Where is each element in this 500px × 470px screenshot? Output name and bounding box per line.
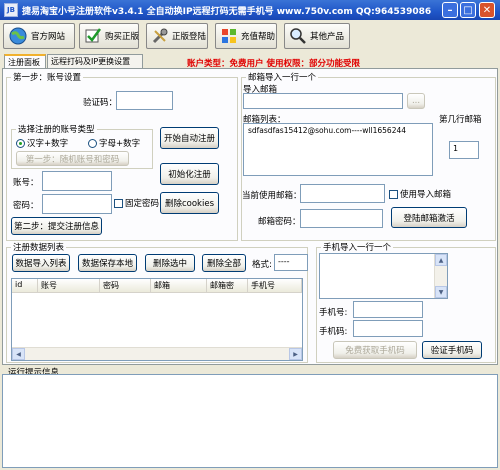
tools-icon	[152, 28, 168, 44]
toolbar: 官方网站 购买正版 正版登陆 充值帮助 其他产品	[0, 20, 500, 50]
other-products-button[interactable]: 其他产品	[284, 23, 350, 49]
row-email-field[interactable]: 1	[449, 141, 479, 159]
globe-icon	[9, 27, 27, 45]
import-email-field[interactable]	[243, 93, 403, 109]
recharge-help-label: 充值帮助	[241, 32, 276, 42]
scroll-left-icon[interactable]: ◀	[12, 348, 25, 360]
window-title: 捷易淘宝小号注册软件v3.4.1 全自动换IP远程打码无需手机号 www.750…	[22, 6, 432, 17]
step1-legend: 第一步：账号设置	[13, 73, 82, 83]
column-account[interactable]: 账号	[38, 279, 100, 292]
verify-phone-code-button[interactable]: 验证手机码	[422, 341, 482, 359]
phone-list-scrollbar[interactable]: ▲ ▼	[434, 254, 447, 298]
table-horizontal-scrollbar[interactable]: ◀ ▶	[12, 347, 302, 360]
use-import-email-checkbox[interactable]: 使用导入邮箱	[389, 188, 451, 200]
use-import-email-label: 使用导入邮箱	[400, 190, 452, 200]
delete-cookies-button[interactable]: 删除cookies	[160, 192, 219, 214]
checkbox-icon	[85, 28, 102, 43]
phone-legend: 手机导入一行一个	[323, 243, 392, 253]
app-icon: JB	[4, 3, 18, 17]
init-register-button[interactable]: 初始化注册	[160, 163, 219, 185]
fixed-password-box	[114, 198, 123, 208]
tab-register-panel[interactable]: 注册面板	[4, 54, 46, 69]
row-email-label: 第几行邮箱	[439, 115, 482, 125]
radio-chinese-digit-label: 汉字+数字	[27, 139, 69, 149]
minimize-button[interactable]: –	[442, 2, 458, 18]
login-activate-email-button[interactable]: 登陆邮箱激活	[391, 207, 467, 228]
recharge-help-button[interactable]: 充值帮助	[215, 23, 277, 49]
column-password[interactable]: 密码	[100, 279, 151, 292]
browse-email-button[interactable]: ...	[407, 93, 425, 109]
save-data-button[interactable]: 数据保存本地	[78, 254, 137, 272]
log-output[interactable]	[2, 374, 498, 468]
format-field[interactable]: ----	[274, 254, 308, 271]
windows-logo-icon	[222, 29, 236, 43]
password-field[interactable]	[42, 194, 112, 214]
phone-number-field[interactable]	[353, 301, 423, 318]
account-field[interactable]	[42, 171, 112, 191]
column-email[interactable]: 邮箱	[151, 279, 207, 292]
column-phone[interactable]: 手机号	[248, 279, 302, 292]
phone-number-label: 手机号:	[319, 308, 348, 318]
register-panel: 第一步：账号设置 验证码： 选择注册的账号类型 汉字+数字 字母+数字 第一步：…	[2, 68, 498, 365]
official-site-button[interactable]: 官方网站	[3, 23, 75, 49]
magnifier-icon	[290, 28, 306, 44]
column-id[interactable]: id	[12, 279, 38, 292]
login-full-button[interactable]: 正版登陆	[146, 23, 208, 49]
free-phone-code-button[interactable]: 免费获取手机码	[333, 341, 417, 359]
delete-selected-button[interactable]: 删除选中	[145, 254, 195, 272]
buy-full-button[interactable]: 购买正版	[79, 23, 139, 49]
radio-letter-digit-label: 字母+数字	[99, 139, 141, 149]
maximize-button[interactable]: □	[460, 2, 476, 18]
fixed-password-checkbox[interactable]: 固定密码	[114, 197, 159, 209]
reg-list-legend: 注册数据列表	[13, 243, 65, 253]
scroll-down-icon[interactable]: ▼	[435, 286, 447, 298]
submit-register-button[interactable]: 第二步：提交注册信息	[11, 217, 102, 235]
registration-table[interactable]: id 账号 密码 邮箱 邮箱密 手机号 ◀ ▶	[11, 278, 303, 361]
account-label: 账号：	[13, 178, 39, 188]
current-email-label: 当前使用邮箱：	[242, 191, 302, 201]
current-email-field[interactable]	[300, 184, 385, 203]
start-auto-register-button[interactable]: 开始自动注册	[160, 127, 219, 149]
tab-remote-captcha-ip[interactable]: 远程打码及IP更换设置	[47, 54, 143, 68]
email-list-text: sdfasdfas15412@sohu.com----wll1656244	[248, 126, 407, 135]
official-site-label: 官方网站	[31, 32, 66, 42]
import-data-button[interactable]: 数据导入列表	[12, 254, 70, 272]
radio-chinese-digit-dot	[16, 138, 25, 148]
email-password-label: 邮箱密码：	[258, 217, 301, 227]
captcha-field[interactable]	[116, 91, 173, 110]
use-import-email-box	[389, 189, 398, 199]
scroll-right-icon[interactable]: ▶	[289, 348, 302, 360]
fixed-password-label: 固定密码	[125, 199, 160, 209]
table-header: id 账号 密码 邮箱 邮箱密 手机号	[12, 279, 302, 293]
phone-code-label: 手机码:	[319, 327, 348, 337]
delete-all-button[interactable]: 删除全部	[202, 254, 246, 272]
format-label: 格式:	[252, 260, 272, 270]
other-products-label: 其他产品	[310, 32, 345, 42]
radio-letter-digit-dot	[88, 138, 97, 148]
login-full-label: 正版登陆	[172, 32, 207, 42]
radio-chinese-digit[interactable]: 汉字+数字	[16, 137, 68, 149]
scroll-up-icon[interactable]: ▲	[435, 254, 447, 266]
email-list-textarea[interactable]: sdfasdfas15412@sohu.com----wll1656244	[243, 123, 433, 176]
phone-list-textarea[interactable]: ▲ ▼	[319, 253, 448, 299]
phone-code-field[interactable]	[353, 320, 423, 337]
close-button[interactable]: ✕	[479, 2, 495, 18]
radio-letter-digit[interactable]: 字母+数字	[88, 137, 140, 149]
buy-full-label: 购买正版	[105, 32, 140, 42]
title-bar: JB 捷易淘宝小号注册软件v3.4.1 全自动换IP远程打码无需手机号 www.…	[0, 0, 500, 20]
password-label: 密码：	[13, 201, 39, 211]
captcha-label: 验证码：	[83, 98, 118, 108]
random-account-button[interactable]: 第一步：随机账号和密码	[16, 151, 129, 166]
account-type-legend: 选择注册的账号类型	[18, 125, 95, 135]
column-email-password[interactable]: 邮箱密	[207, 279, 248, 292]
email-password-field[interactable]	[300, 209, 383, 228]
email-legend: 邮箱导入一行一个	[248, 73, 317, 83]
